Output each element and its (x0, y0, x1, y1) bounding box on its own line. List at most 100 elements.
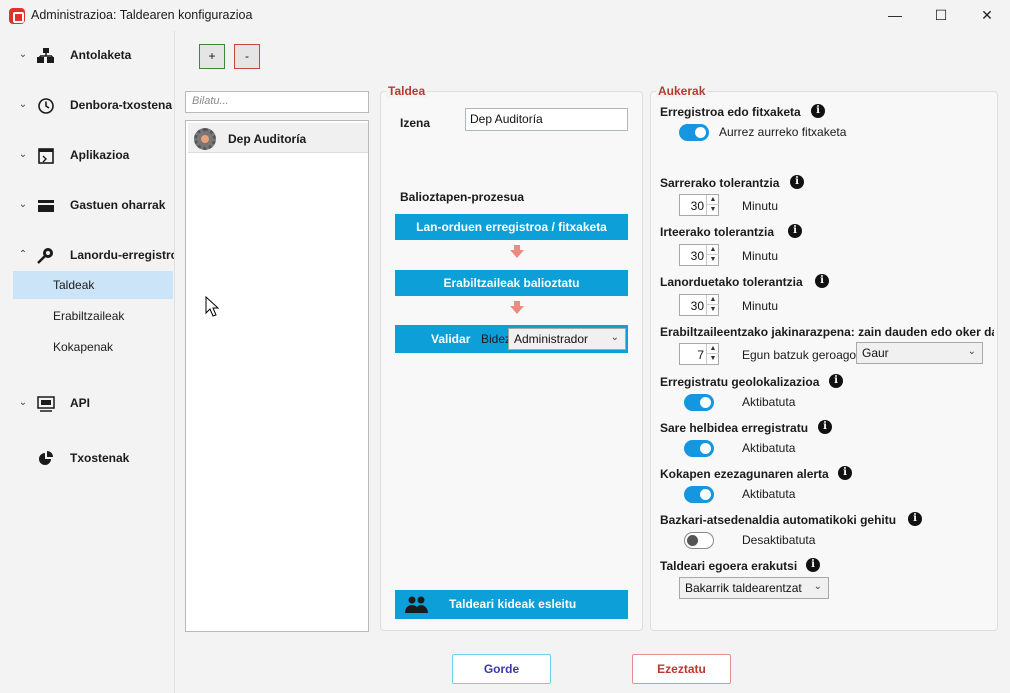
stepper-up-icon[interactable]: ▲ (707, 195, 719, 205)
notification-days-stepper[interactable]: 7 ▲ ▼ (679, 343, 719, 365)
info-icon[interactable]: i (790, 175, 804, 189)
minimize-button[interactable]: — (872, 0, 918, 31)
sidebar-item-label: Gastuen oharrak (70, 198, 166, 212)
arrow-down-icon (510, 301, 524, 314)
stepper-down-icon[interactable]: ▼ (707, 205, 719, 215)
validator-role-select[interactable]: Administrador ⌄ (508, 328, 626, 350)
close-button[interactable]: ✕ (964, 0, 1010, 31)
name-field[interactable]: Dep Auditoría (465, 108, 628, 131)
notification-when-select[interactable]: Gaur ⌄ (856, 342, 983, 364)
chevron-down-icon[interactable]: ⌄ (16, 198, 30, 212)
info-icon[interactable]: i (838, 466, 852, 480)
show-status-label: Taldeari egoera erakutsi (660, 559, 798, 573)
sidebar: ⌄ Antolaketa ⌄ Denbora-txostena ⌄ Aplika… (0, 31, 175, 693)
pie-chart-icon (39, 451, 53, 465)
stepper-down-icon[interactable]: ▼ (707, 305, 719, 315)
search-input[interactable]: Bilatu... (185, 91, 369, 113)
show-status-value: Bakarrik taldearentzat (685, 581, 802, 595)
step-balioztatu-button[interactable]: Erabiltzaileak balioztatu (395, 270, 628, 296)
chevron-down-icon[interactable]: ⌄ (16, 48, 30, 62)
info-icon[interactable]: i (908, 512, 922, 526)
info-icon[interactable]: i (788, 224, 802, 238)
cancel-button[interactable]: Ezeztatu (632, 654, 731, 684)
sidebar-item-label: Lanordu-erregistroa (70, 248, 175, 262)
toggle-knob (700, 397, 711, 408)
stepper-down-icon[interactable]: ▼ (707, 354, 719, 364)
lunch-break-state: Desaktibatuta (742, 533, 816, 547)
step-lan-orduen-button[interactable]: Lan-orduen erregistroa / fitxaketa (395, 214, 628, 240)
chevron-down-icon[interactable]: ⌄ (16, 98, 30, 112)
app-logo-icon (9, 8, 25, 24)
info-icon[interactable]: i (815, 274, 829, 288)
sidebar-item-txostenak[interactable]: Txostenak (0, 444, 174, 474)
aukerak-section-title: Aukerak (656, 84, 708, 98)
toggle-knob (687, 535, 698, 546)
app-window-icon (38, 148, 54, 164)
sidebar-item-api[interactable]: ⌄ API (0, 389, 174, 419)
process-label: Balioztapen-prozesua (400, 190, 525, 204)
irteera-tolerance-stepper[interactable]: 30 ▲ ▼ (679, 244, 719, 266)
geolocation-state: Aktibatuta (742, 395, 796, 409)
irteera-tolerance-label: Irteerako tolerantzia (660, 225, 775, 239)
notification-unit: Egun batzuk geroago (742, 348, 856, 362)
sarrera-unit: Minutu (742, 199, 779, 213)
chevron-down-icon: ⌄ (610, 332, 619, 343)
sidebar-subitem-kokapenak[interactable]: Kokapenak (13, 333, 173, 361)
sidebar-item-denbora-txostena[interactable]: ⌄ Denbora-txostena (0, 91, 174, 121)
fitxaketa-toggle-label: Aurrez aurreko fitxaketa (719, 125, 847, 139)
sarrera-tolerance-stepper[interactable]: 30 ▲ ▼ (679, 194, 719, 216)
chevron-up-icon[interactable]: ⌃ (16, 248, 30, 262)
notification-label: Erabiltzaileentzako jakinarazpena: zain … (660, 325, 994, 339)
geolocation-label: Erregistratu geolokalizazioa (660, 375, 820, 389)
maximize-button[interactable]: ☐ (918, 0, 964, 31)
fitxaketa-toggle[interactable] (679, 124, 709, 141)
arrow-down-icon (510, 245, 524, 258)
validator-role-value: Administrador (514, 332, 589, 346)
fitxaketa-label: Erregistroa edo fitxaketa (660, 105, 801, 119)
irteera-unit: Minutu (742, 249, 779, 263)
toggle-knob (695, 127, 706, 138)
api-icon (37, 396, 55, 412)
show-status-select[interactable]: Bakarrik taldearentzat ⌄ (679, 577, 829, 599)
save-button[interactable]: Gorde (452, 654, 551, 684)
stepper-up-icon[interactable]: ▲ (707, 295, 719, 305)
unknown-location-toggle[interactable] (684, 486, 714, 503)
stepper-up-icon[interactable]: ▲ (707, 245, 719, 255)
remove-group-button[interactable]: - (234, 44, 260, 69)
chevron-down-icon[interactable]: ⌄ (16, 148, 30, 162)
lunch-break-toggle[interactable] (684, 532, 714, 549)
lunch-break-label: Bazkari-atsedenaldia automatikoki gehitu (660, 513, 897, 527)
group-list: Dep Auditoría (185, 120, 369, 632)
stepper-value: 30 (690, 249, 704, 263)
gear-avatar-icon (194, 128, 216, 150)
stepper-down-icon[interactable]: ▼ (707, 255, 719, 265)
sidebar-subitem-erabiltzaileak[interactable]: Erabiltzaileak (13, 302, 173, 330)
sidebar-item-gastuen-oharrak[interactable]: ⌄ Gastuen oharrak (0, 191, 174, 221)
sidebar-chevron-empty (16, 451, 30, 465)
fingerprint-icon (37, 248, 53, 264)
info-icon[interactable]: i (806, 558, 820, 572)
list-item[interactable]: Dep Auditoría (188, 123, 368, 153)
sidebar-item-label: Txostenak (70, 451, 130, 465)
unknown-location-state: Aktibatuta (742, 487, 796, 501)
sidebar-item-aplikazioa[interactable]: ⌄ Aplikazioa (0, 141, 174, 171)
stepper-value: 30 (690, 199, 704, 213)
stepper-up-icon[interactable]: ▲ (707, 344, 719, 354)
lanordu-tolerance-stepper[interactable]: 30 ▲ ▼ (679, 294, 719, 316)
sidebar-item-antolaketa[interactable]: ⌄ Antolaketa (0, 41, 174, 71)
network-address-toggle[interactable] (684, 440, 714, 457)
title-bar: Administrazioa: Taldearen konfigurazioa … (0, 0, 1010, 31)
sidebar-item-lanordu-erregistroa[interactable]: ⌃ Lanordu-erregistroa (0, 241, 175, 271)
sidebar-subitem-taldeak[interactable]: Taldeak (13, 271, 173, 299)
geolocation-toggle[interactable] (684, 394, 714, 411)
info-icon[interactable]: i (811, 104, 825, 118)
stepper-value: 30 (690, 299, 704, 313)
taldea-panel (380, 91, 643, 631)
info-icon[interactable]: i (829, 374, 843, 388)
taldea-section-title: Taldea (386, 84, 428, 98)
info-icon[interactable]: i (818, 420, 832, 434)
assign-members-button[interactable]: Taldeari kideak esleitu (395, 590, 628, 619)
network-address-label: Sare helbidea erregistratu (660, 421, 809, 435)
add-group-button[interactable]: + (199, 44, 225, 69)
chevron-down-icon[interactable]: ⌄ (16, 396, 30, 410)
